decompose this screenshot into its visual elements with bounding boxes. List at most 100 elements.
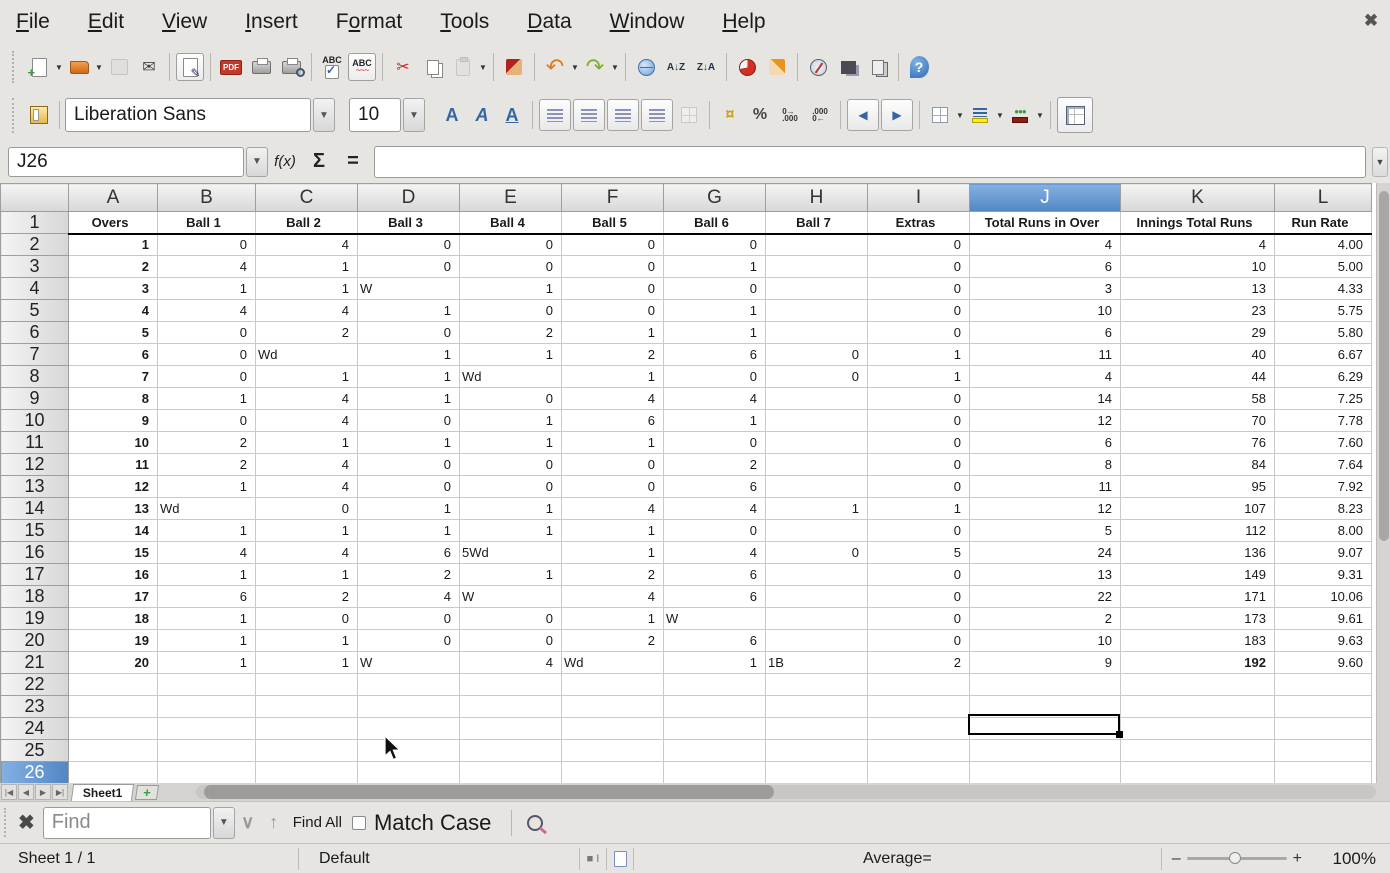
cell[interactable]: 4 — [256, 300, 358, 322]
cell[interactable]: 0 — [460, 234, 562, 256]
export-pdf-icon[interactable]: PDF — [217, 53, 245, 81]
cell[interactable] — [1275, 674, 1372, 696]
cell[interactable]: Ball 7 — [766, 212, 868, 234]
formula-status[interactable]: Average= — [634, 850, 1161, 868]
cell[interactable]: 1 — [460, 278, 562, 300]
cell[interactable]: 1 — [256, 256, 358, 278]
formula-bar-expand-icon[interactable]: ▼ — [1372, 147, 1388, 177]
border-color-dropdown-icon[interactable]: ▼ — [1035, 101, 1045, 129]
column-header-G[interactable]: G — [664, 184, 766, 212]
cell[interactable] — [766, 278, 868, 300]
cell[interactable] — [766, 388, 868, 410]
row-header-18[interactable]: 18 — [1, 586, 69, 608]
cell[interactable] — [766, 432, 868, 454]
cell[interactable]: 9.07 — [1275, 542, 1372, 564]
menu-help[interactable]: Help — [722, 10, 765, 34]
cell[interactable]: 1 — [562, 366, 664, 388]
column-header-C[interactable]: C — [256, 184, 358, 212]
cell[interactable]: 4 — [256, 410, 358, 432]
cell[interactable]: 1 — [868, 366, 970, 388]
cell[interactable] — [358, 740, 460, 762]
cell[interactable]: 2 — [868, 652, 970, 674]
cell[interactable]: 6 — [69, 344, 158, 366]
cell[interactable]: 1 — [460, 520, 562, 542]
cell[interactable] — [562, 718, 664, 740]
cell[interactable]: 0 — [358, 410, 460, 432]
cell[interactable] — [256, 718, 358, 740]
find-history-dropdown-icon[interactable]: ▼ — [213, 807, 235, 839]
menu-data[interactable]: Data — [527, 10, 571, 34]
cell[interactable]: 40 — [1121, 344, 1275, 366]
cell[interactable]: 1 — [256, 630, 358, 652]
cell[interactable]: 0 — [868, 234, 970, 256]
cell[interactable]: 173 — [1121, 608, 1275, 630]
cell[interactable]: 0 — [460, 608, 562, 630]
formula-input[interactable] — [374, 146, 1366, 178]
cell[interactable]: 0 — [766, 542, 868, 564]
row-header-26[interactable]: 26 — [1, 762, 69, 784]
cell[interactable] — [460, 696, 562, 718]
auto-spellcheck-icon[interactable]: ABC~~~ — [348, 53, 376, 81]
cell[interactable] — [868, 718, 970, 740]
column-header-F[interactable]: F — [562, 184, 664, 212]
borders-icon[interactable] — [926, 101, 954, 129]
horizontal-scrollbar-thumb[interactable] — [204, 785, 774, 799]
cell[interactable] — [256, 674, 358, 696]
cell[interactable]: 1 — [562, 608, 664, 630]
cell[interactable]: 107 — [1121, 498, 1275, 520]
cell[interactable]: 0 — [868, 432, 970, 454]
cell[interactable]: 1 — [460, 498, 562, 520]
cell[interactable]: 13 — [69, 498, 158, 520]
cell[interactable] — [868, 740, 970, 762]
cell[interactable]: 0 — [664, 432, 766, 454]
cell[interactable]: 0 — [562, 300, 664, 322]
cell[interactable]: 1 — [460, 344, 562, 366]
cell[interactable] — [460, 740, 562, 762]
cell[interactable]: 0 — [664, 520, 766, 542]
cell[interactable] — [1275, 762, 1372, 784]
row-header-21[interactable]: 21 — [1, 652, 69, 674]
cell[interactable]: 0 — [664, 278, 766, 300]
cell[interactable]: 9 — [970, 652, 1121, 674]
cell[interactable]: 1B — [766, 652, 868, 674]
cell[interactable]: 7.60 — [1275, 432, 1372, 454]
cell[interactable] — [158, 718, 256, 740]
select-all-corner[interactable] — [1, 184, 69, 212]
cell[interactable]: 0 — [868, 410, 970, 432]
column-header-A[interactable]: A — [69, 184, 158, 212]
cell[interactable]: 4 — [562, 498, 664, 520]
find-previous-icon[interactable]: ↑ — [261, 812, 287, 833]
cell[interactable]: 0 — [868, 608, 970, 630]
cell[interactable] — [970, 718, 1121, 740]
cell[interactable]: 4 — [256, 476, 358, 498]
show-draw-functions-icon[interactable] — [763, 53, 791, 81]
cell[interactable] — [664, 674, 766, 696]
align-justified-icon[interactable] — [641, 99, 673, 131]
previous-sheet-icon[interactable]: ◀ — [18, 784, 34, 800]
cell[interactable]: 9.60 — [1275, 652, 1372, 674]
cell[interactable]: Wd — [256, 344, 358, 366]
cell[interactable]: 0 — [868, 520, 970, 542]
cell[interactable]: 5.75 — [1275, 300, 1372, 322]
cell[interactable]: 12 — [970, 410, 1121, 432]
cell[interactable] — [766, 608, 868, 630]
font-size-combo[interactable]: 10 — [349, 98, 401, 132]
cell[interactable]: 4 — [664, 388, 766, 410]
cell[interactable] — [1121, 718, 1275, 740]
name-box-dropdown-icon[interactable]: ▼ — [246, 147, 268, 177]
column-header-L[interactable]: L — [1275, 184, 1372, 212]
font-size-dropdown-icon[interactable]: ▼ — [403, 98, 425, 132]
vertical-scrollbar-thumb[interactable] — [1379, 191, 1389, 541]
cell[interactable]: 1 — [664, 300, 766, 322]
cell[interactable] — [766, 718, 868, 740]
align-right-icon[interactable] — [607, 99, 639, 131]
row-header-5[interactable]: 5 — [1, 300, 69, 322]
cell[interactable]: 6 — [664, 344, 766, 366]
cell[interactable]: 0 — [460, 630, 562, 652]
cell[interactable]: 22 — [970, 586, 1121, 608]
cell[interactable] — [358, 696, 460, 718]
freeze-rows-columns-icon[interactable] — [1057, 97, 1093, 133]
cell[interactable]: 4 — [970, 234, 1121, 256]
paste-dropdown-icon[interactable]: ▼ — [478, 53, 488, 81]
undo-dropdown-icon[interactable]: ▼ — [570, 53, 580, 81]
